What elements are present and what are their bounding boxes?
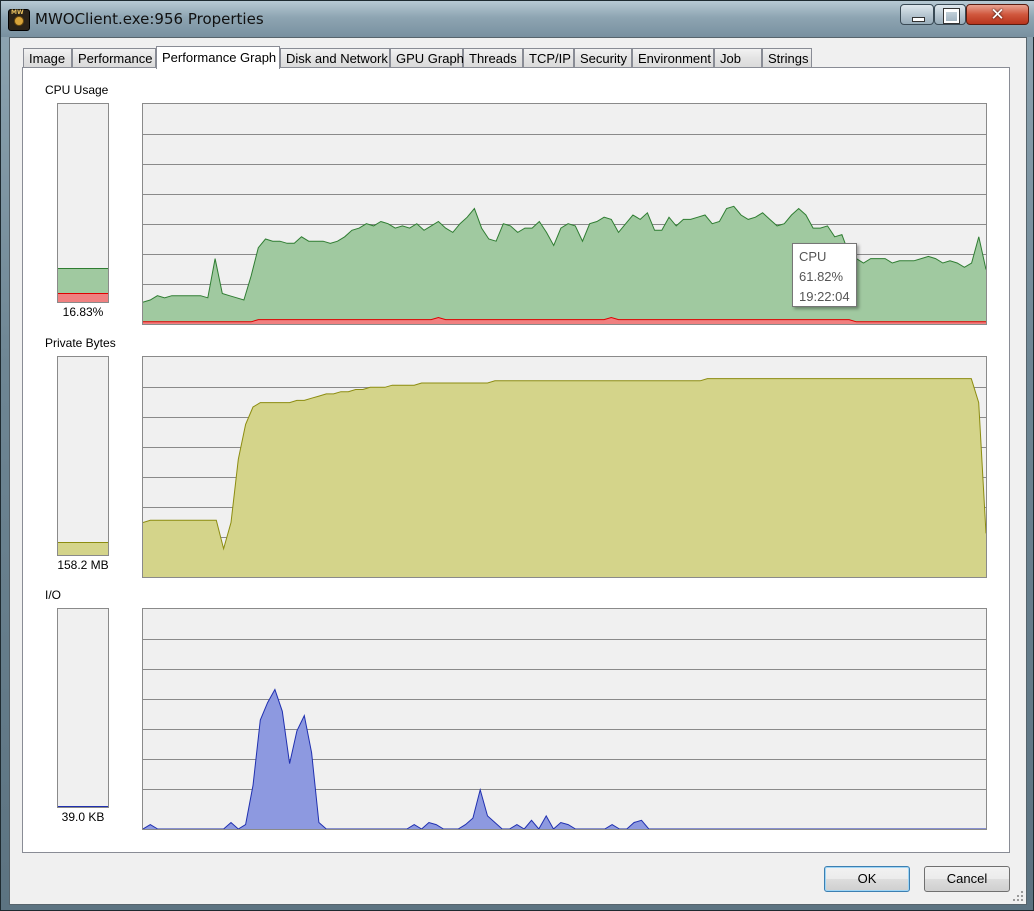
tab-security[interactable]: Security [574,48,632,68]
tab-environment[interactable]: Environment [632,48,714,68]
cancel-button[interactable]: Cancel [924,866,1010,892]
tab-strings[interactable]: Strings [762,48,812,68]
close-icon: ✕ [990,5,1005,24]
maximize-button[interactable] [934,4,966,25]
minimize-button[interactable] [900,4,934,25]
private-bytes-label: Private Bytes [45,336,116,350]
performance-graph-panel: CPU Usage 16.83% Private Bytes 158.2 MB … [22,67,1010,853]
cpu-usage-meter [57,103,109,303]
graph-canvas [143,134,986,324]
io-label: I/O [45,588,62,602]
tab-tcpip[interactable]: TCP/IP [523,48,574,68]
cpu-usage-value: 16.83% [62,305,104,319]
minimize-icon [912,17,925,22]
window-frame: MWOClient.exe:956 Properties ✕ Image Per… [0,0,1034,911]
private-bytes-series-area [143,378,986,577]
private-bytes-value: 158.2 MB [57,558,109,572]
private-bytes-meter-fill [58,542,108,555]
graph-canvas [143,378,986,577]
io-meter [57,608,109,808]
tooltip-time: 19:22:04 [799,289,850,304]
cpu-tooltip: CPU 61.82% 19:22:04 [792,243,857,307]
cpu-usage-label: CPU Usage [45,83,109,97]
tooltip-value: 61.82% [799,269,844,284]
maximize-icon [943,8,960,24]
tab-gpu-graph[interactable]: GPU Graph [390,48,464,68]
graph-canvas [143,639,986,829]
tab-disk-and-network[interactable]: Disk and Network [280,48,390,68]
resize-grip-icon[interactable] [1012,890,1024,902]
io-value: 39.0 KB [61,810,105,824]
io-meter-fill [58,806,108,807]
private-bytes-graph[interactable] [142,356,987,578]
tab-job[interactable]: Job [714,48,762,68]
client-area: Image Performance Performance Graph Disk… [9,37,1027,905]
tab-image[interactable]: Image [23,48,72,68]
cpu-series-area [143,206,986,324]
title-bar[interactable]: MWOClient.exe:956 Properties ✕ [1,1,1034,37]
private-bytes-meter [57,356,109,556]
tab-threads[interactable]: Threads [463,48,523,68]
tab-performance[interactable]: Performance [72,48,156,68]
tooltip-series: CPU [799,249,827,264]
close-button[interactable]: ✕ [966,4,1029,25]
cpu-meter-kernel-fill [58,293,108,302]
tab-performance-graph[interactable]: Performance Graph [156,46,280,69]
io-graph[interactable] [142,608,987,830]
window-title: MWOClient.exe:956 Properties [35,10,264,28]
cpu-usage-graph[interactable] [142,103,987,325]
ok-button[interactable]: OK [824,866,910,892]
app-icon[interactable] [8,9,30,31]
